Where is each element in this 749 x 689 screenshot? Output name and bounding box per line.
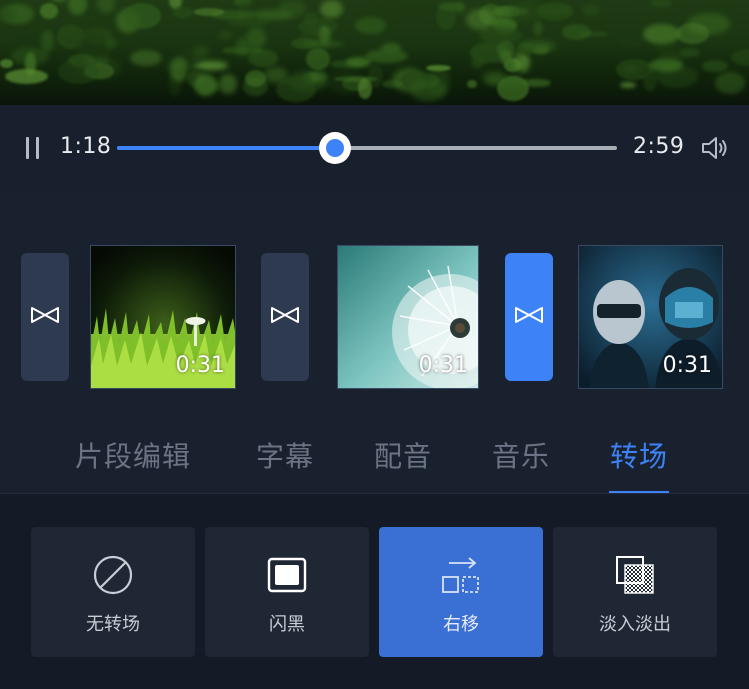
clip-3[interactable]: 0:31	[578, 245, 723, 389]
foliage-blob	[676, 23, 710, 44]
flash-black-icon	[267, 555, 307, 595]
foliage-blob	[518, 54, 530, 72]
foliage-blob	[218, 73, 237, 95]
foliage-blob	[193, 73, 217, 96]
bowtie-transition-icon	[270, 306, 300, 328]
foliage-blob	[218, 30, 232, 39]
active-tab-indicator	[609, 491, 669, 493]
tab-music[interactable]: 音乐	[492, 435, 550, 475]
foliage-blob	[701, 60, 728, 72]
foliage-blob	[0, 35, 17, 44]
no-transition-icon	[93, 555, 133, 595]
foliage-blob	[582, 4, 600, 17]
foliage-blob	[130, 49, 163, 67]
option-no-transition[interactable]: 无转场	[31, 527, 195, 657]
foliage-blob	[617, 32, 645, 48]
clip-2[interactable]: 0:31	[337, 245, 479, 389]
foliage-blob	[194, 8, 225, 16]
clip-duration: 0:31	[175, 353, 225, 378]
foliage-blob	[0, 59, 13, 68]
tab-transitions[interactable]: 转场	[610, 435, 668, 475]
fade-icon	[615, 555, 655, 595]
total-time: 2:59	[633, 134, 685, 159]
progress-knob[interactable]	[318, 132, 351, 164]
foliage-blob	[496, 40, 515, 58]
foliage-blob	[171, 6, 194, 18]
option-label: 淡入淡出	[599, 614, 671, 635]
editor-tabs: 片段编辑 字幕 配音 音乐 转场	[0, 421, 749, 494]
foliage-blob	[304, 12, 318, 29]
transition-button-2[interactable]	[261, 253, 309, 381]
foliage-blob	[302, 40, 346, 47]
clip-duration: 0:31	[418, 353, 468, 378]
foliage-blob	[496, 75, 529, 101]
foliage-blob	[51, 0, 67, 1]
current-time: 1:18	[60, 134, 112, 159]
foliage-blob	[355, 17, 387, 35]
foliage-blob	[248, 48, 278, 67]
foliage-blob	[334, 75, 378, 82]
foliage-blob	[561, 23, 591, 40]
clip-timeline: 0:31 0:31 0:31	[0, 191, 749, 421]
foliage-blob	[715, 72, 745, 94]
foliage-blob	[68, 0, 87, 15]
foliage-blob	[39, 3, 59, 19]
bowtie-transition-icon	[514, 306, 544, 328]
foliage-blob	[169, 57, 188, 82]
foliage-blob	[470, 55, 486, 68]
clip-duration: 0:31	[662, 353, 712, 378]
player-controls: 1:18 2:59	[0, 105, 749, 191]
volume-icon[interactable]	[700, 135, 730, 161]
foliage-blob	[226, 20, 269, 27]
foliage-blob	[517, 40, 557, 53]
tab-dubbing[interactable]: 配音	[374, 435, 432, 475]
option-label: 无转场	[86, 614, 140, 635]
foliage-blob	[438, 1, 464, 11]
tab-clip-edit[interactable]: 片段编辑	[75, 435, 191, 475]
bowtie-transition-icon	[30, 306, 60, 328]
option-fade[interactable]: 淡入淡出	[553, 527, 717, 657]
foliage-blob	[467, 79, 478, 88]
tab-subtitles[interactable]: 字幕	[256, 435, 314, 475]
foliage-blob	[308, 71, 327, 82]
foliage-blob	[649, 0, 673, 7]
option-label: 右移	[443, 614, 479, 635]
foliage-blob	[537, 1, 574, 21]
progress-slider[interactable]	[117, 146, 617, 150]
foliage-blob	[620, 81, 637, 88]
pause-icon[interactable]	[26, 137, 40, 159]
foliage-blob	[104, 37, 118, 49]
option-move-right[interactable]: 右移	[379, 527, 543, 657]
transition-options: 无转场 闪黑 右移 淡入淡出	[0, 494, 749, 689]
foliage-blob	[731, 49, 749, 67]
foliage-blob	[346, 57, 372, 67]
transition-button-3[interactable]	[505, 253, 553, 381]
foliage-blob	[192, 45, 209, 60]
foliage-blob	[623, 64, 638, 74]
foliage-blob	[679, 47, 701, 57]
foliage-blob	[394, 0, 433, 16]
foliage-blob	[320, 0, 343, 18]
move-right-icon	[441, 555, 481, 595]
foliage-blob	[58, 58, 100, 84]
foliage-blob	[235, 37, 249, 56]
foliage-blob	[252, 9, 292, 21]
foliage-blob	[532, 20, 543, 36]
foliage-blob	[409, 78, 448, 101]
transition-button-1[interactable]	[21, 253, 69, 381]
clip-1[interactable]: 0:31	[90, 245, 236, 389]
option-flash-black[interactable]: 闪黑	[205, 527, 369, 657]
video-preview[interactable]	[0, 0, 749, 105]
foliage-blob	[365, 48, 408, 63]
foliage-blob	[4, 68, 49, 85]
foliage-blob	[643, 23, 680, 45]
foliage-blob	[123, 3, 162, 29]
option-label: 闪黑	[269, 614, 305, 635]
foliage-blob	[306, 48, 330, 71]
foliage-blob	[96, 0, 116, 13]
progress-fill	[117, 146, 335, 150]
